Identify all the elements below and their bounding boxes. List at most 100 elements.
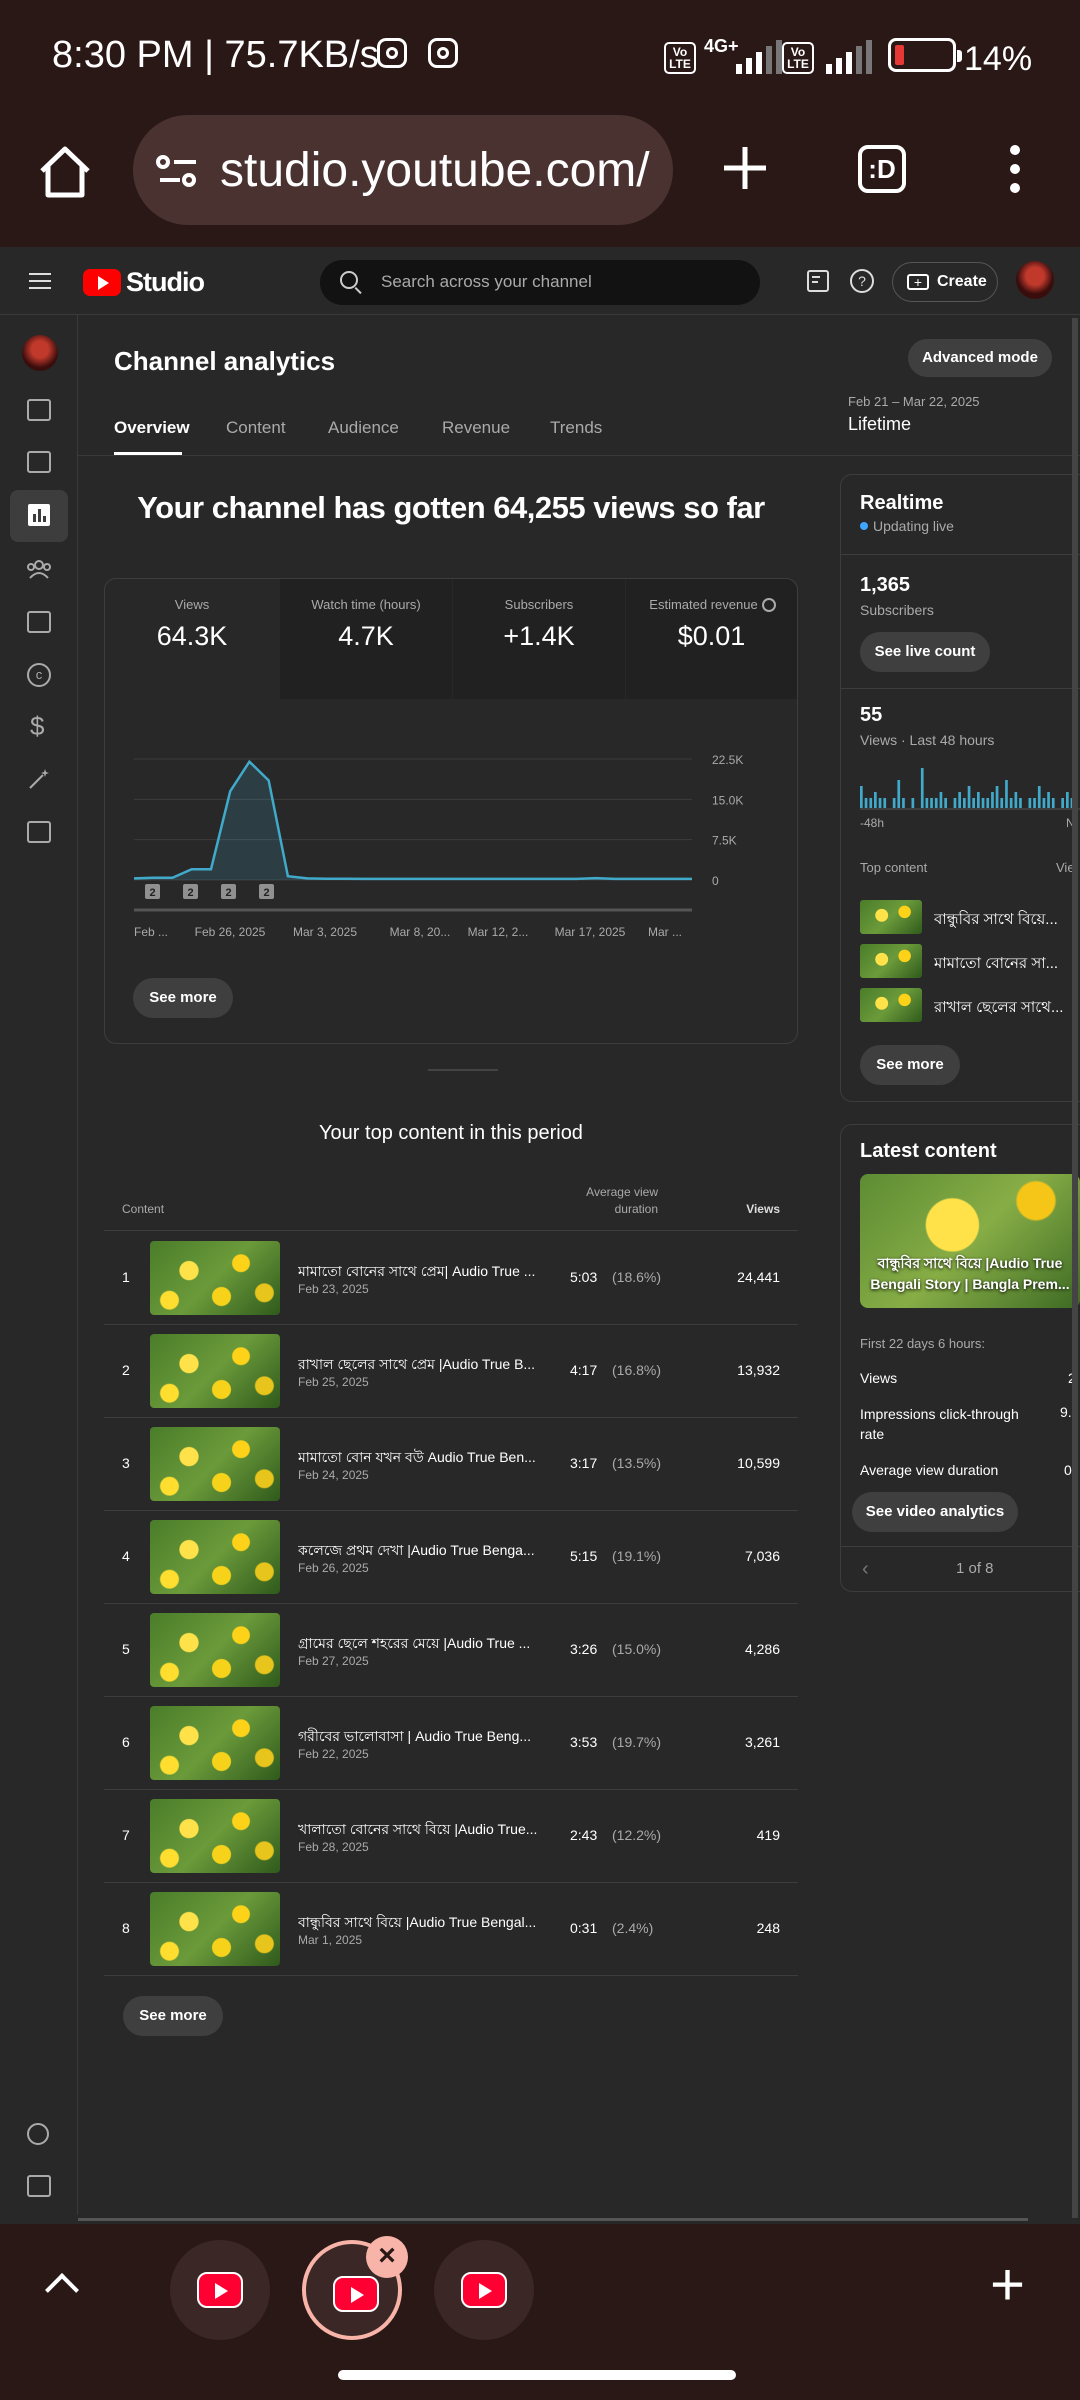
table-row[interactable]: 8 বান্ধুবির সাথে বিয়ে |Audio True Bengal… [104, 1883, 798, 1976]
table-row[interactable]: 6 গরীবের ভালোবাসা | Audio True Beng... Feb… [104, 1697, 798, 1790]
realtime-bar [944, 798, 947, 808]
video-views: 3,261 [744, 1734, 780, 1750]
see-live-count-button[interactable]: See live count [860, 632, 990, 672]
rt-item-title[interactable]: রাখাল ছেলের সাথে... [934, 996, 1064, 1021]
table-row[interactable]: 2 রাখাল ছেলের সাথে প্রেম |Audio True B...… [104, 1325, 798, 1418]
youtube-logo-icon[interactable] [83, 269, 121, 296]
table-row[interactable]: 5 গ্রামের ছেলে শহরের মেয়ে |Audio True ..… [104, 1604, 798, 1697]
chart-publish-marker[interactable]: 2 [145, 884, 160, 899]
rt-thumb[interactable] [860, 944, 922, 978]
realtime-bar-chart[interactable] [860, 764, 1080, 810]
rt-thumb[interactable] [860, 900, 922, 934]
video-views: 10,599 [737, 1455, 780, 1471]
date-range[interactable]: Feb 21 – Mar 22, 2025 [848, 394, 980, 409]
video-thumbnail[interactable] [150, 1799, 280, 1873]
content-icon[interactable] [27, 451, 51, 473]
kpi-views[interactable]: Views 64.3K [105, 579, 279, 699]
realtime-bar [953, 798, 957, 808]
pager-label: 1 of 8 [956, 1560, 994, 1577]
see-more-top-content-button[interactable]: See more [123, 1996, 223, 2036]
new-tab-plus-icon[interactable]: + [990, 2250, 1025, 2319]
advanced-mode-button[interactable]: Advanced mode [908, 339, 1052, 377]
kpi-revenue[interactable]: Estimated revenue $0.01 [626, 579, 797, 699]
rt-thumb[interactable] [860, 988, 922, 1022]
tab-trends[interactable]: Trends [550, 418, 602, 438]
video-thumbnail[interactable] [150, 1241, 280, 1315]
table-row[interactable]: 4 কলেজে প্রথম দেখা |Audio True Benga... Fe… [104, 1511, 798, 1604]
video-thumbnail[interactable] [150, 1427, 280, 1501]
video-thumbnail[interactable] [150, 1520, 280, 1594]
see-more-button[interactable]: See more [133, 978, 233, 1018]
page-scrollbar[interactable] [1072, 318, 1078, 2218]
tab-thumbnail-youtube[interactable] [434, 2240, 534, 2340]
tab-revenue[interactable]: Revenue [442, 418, 510, 438]
row-number: 8 [122, 1920, 130, 1936]
new-tab-icon[interactable] [722, 145, 768, 191]
latest-metric-ctr: Impressions click-through rate [860, 1406, 1019, 1442]
avg-view-duration: 5:15 [570, 1548, 598, 1564]
copyright-icon[interactable]: c [27, 663, 51, 687]
create-button[interactable]: + Create [892, 262, 998, 302]
tab-overview[interactable]: Overview [114, 418, 190, 438]
clock-icon [762, 598, 776, 612]
subtitles-icon[interactable] [27, 611, 51, 633]
tab-audience[interactable]: Audience [328, 418, 399, 438]
realtime-see-more-button[interactable]: See more [860, 1045, 960, 1085]
url-text[interactable]: studio.youtube.com/ [220, 143, 660, 198]
rt-item-title[interactable]: বান্ধুবির সাথে বিয়ে... [934, 908, 1064, 933]
feedback-list-icon[interactable] [806, 269, 830, 293]
battery-icon [888, 38, 962, 72]
home-icon[interactable] [36, 145, 94, 199]
rt-item-title[interactable]: মামাতো বোনের সা... [934, 952, 1064, 977]
audio-library-icon[interactable] [27, 821, 51, 843]
tab-switcher-button[interactable]: :D [858, 145, 906, 193]
realtime-bar [864, 798, 868, 808]
avatar[interactable] [1016, 261, 1054, 299]
channel-avatar[interactable] [22, 335, 58, 371]
see-video-analytics-button[interactable]: See video analytics [852, 1492, 1018, 1532]
settings-icon[interactable] [27, 2123, 49, 2145]
views-chart[interactable]: 22.5K 15.0K 7.5K 0 2 2 2 2 Feb ... Feb 26, 2025 Ma… [120, 735, 760, 945]
pager-prev-icon[interactable]: ‹ [862, 1558, 869, 1581]
video-date: Feb 25, 2025 [298, 1375, 369, 1389]
kpi-watch-time[interactable]: Watch time (hours) 4.7K [280, 579, 452, 699]
close-tab-icon[interactable]: × [366, 2236, 408, 2278]
kpi-subscribers[interactable]: Subscribers +1.4K [453, 579, 625, 699]
site-settings-icon[interactable] [156, 153, 200, 189]
video-thumbnail[interactable] [150, 1334, 280, 1408]
latest-caption: বান্ধুবির সাথে বিয়ে |Audio True Bengali… [870, 1255, 1070, 1292]
dashboard-icon[interactable] [27, 399, 51, 421]
customization-icon[interactable] [27, 767, 51, 791]
table-row[interactable]: 7 খালাতো বোনের সাথে বিয়ে |Audio True... F… [104, 1790, 798, 1883]
svg-text:2: 2 [187, 887, 193, 899]
home-indicator[interactable] [338, 2370, 736, 2380]
help-icon[interactable]: ? [850, 269, 874, 293]
send-feedback-icon[interactable] [27, 2175, 51, 2197]
chart-publish-marker[interactable]: 2 [259, 884, 274, 899]
realtime-bar [986, 798, 990, 808]
tab-thumbnail-youtube[interactable] [170, 2240, 270, 2340]
search-placeholder[interactable]: Search across your channel [381, 272, 592, 292]
tabs-divider [78, 455, 1080, 456]
table-row[interactable]: 1 মামাতো বোনের সাথে প্রেম| Audio True ...… [104, 1232, 798, 1325]
table-row[interactable]: 3 মামাতো বোন যখন বউ Audio True Ben... Feb … [104, 1418, 798, 1511]
earn-icon[interactable]: $ [30, 711, 44, 742]
status-bar: 8:30 PM | 75.7KB/s Vo LTE 4G+ Vo LTE 14% [0, 0, 1080, 115]
analytics-icon[interactable] [27, 503, 51, 527]
video-thumbnail[interactable] [150, 1613, 280, 1687]
svg-text:2: 2 [263, 887, 269, 899]
period-selector[interactable]: Lifetime [848, 414, 911, 435]
svg-text:2: 2 [225, 887, 231, 899]
chart-publish-marker[interactable]: 2 [221, 884, 236, 899]
chart-publish-marker[interactable]: 2 [183, 884, 198, 899]
rt-axis-left: -48h [860, 816, 885, 830]
tab-content[interactable]: Content [226, 418, 286, 438]
video-thumbnail[interactable] [150, 1706, 280, 1780]
more-options-icon[interactable] [1010, 145, 1020, 202]
video-thumbnail[interactable] [150, 1892, 280, 1966]
menu-icon[interactable] [29, 273, 51, 294]
studio-logo-text[interactable]: Studio [126, 267, 205, 298]
search-icon [340, 271, 358, 289]
community-icon[interactable] [26, 559, 52, 579]
realtime-bar [925, 798, 929, 808]
